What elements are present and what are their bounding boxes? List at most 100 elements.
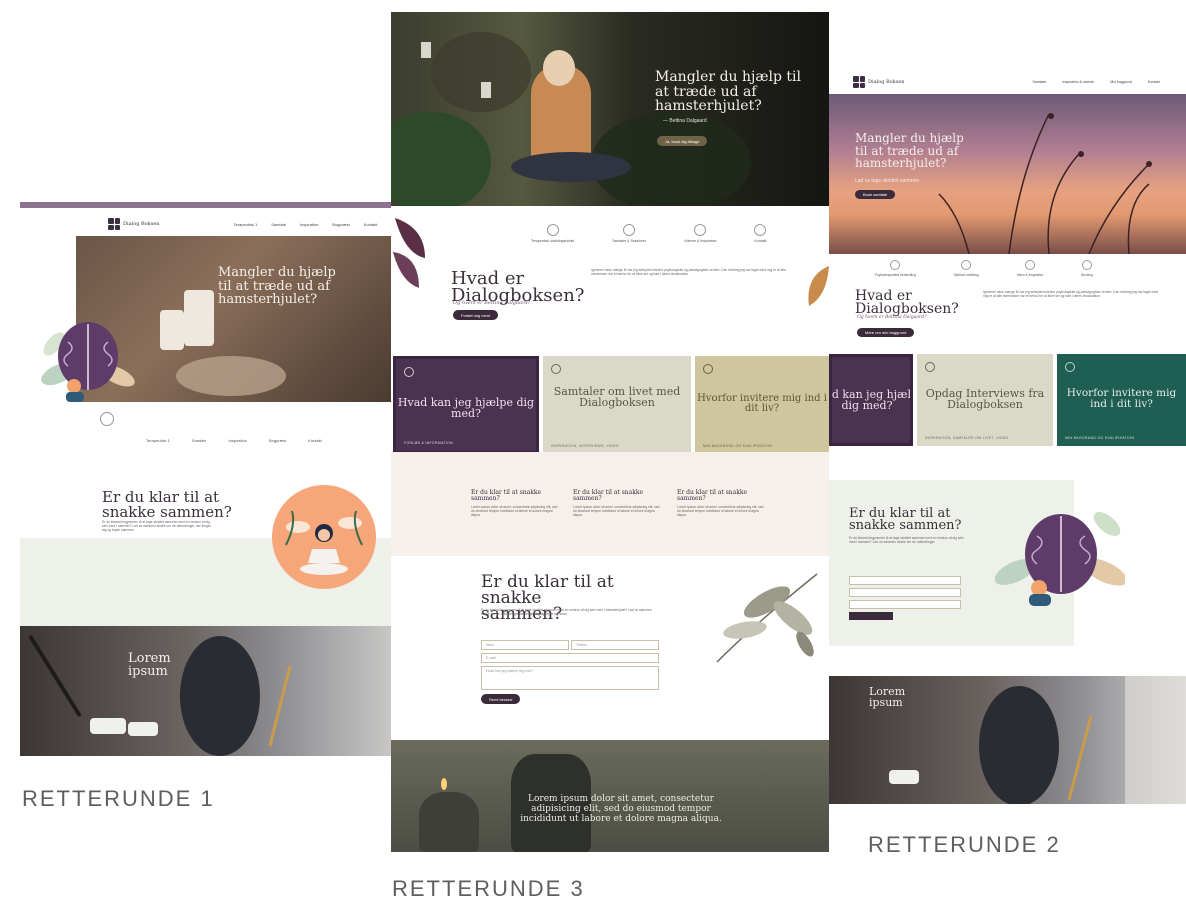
- nav-link[interactable]: Inspiration: [300, 222, 318, 227]
- hero-title: Mangler du hjælp til at træde ud af hams…: [855, 131, 964, 171]
- nav-link[interactable]: Kontakt: [364, 222, 378, 227]
- quotes-section: Er du klar til at snakke sammen? Lorem i…: [391, 452, 829, 556]
- quote-item: Er du klar til at snakke sammen? Lorem i…: [471, 490, 561, 518]
- service-card[interactable]: Opdag Interviews fra Dialogboksen INSPIR…: [917, 354, 1053, 446]
- logo-text: Dialog Boksen: [123, 220, 160, 227]
- intro-title: Hvad er Dialogboksen?: [855, 288, 959, 317]
- card-title: Hvorfor invitere mig ind i dit liv?: [697, 393, 827, 414]
- submit-button[interactable]: [849, 612, 893, 620]
- meditation-icon: [546, 224, 559, 236]
- logo[interactable]: Dialog Boksen: [853, 76, 904, 88]
- intro-body: Igennem mine mange år har jeg arbejdet i…: [591, 268, 786, 277]
- intro-button[interactable]: Mere om min baggrund: [857, 328, 915, 337]
- service-label: Terapeutisk udviklingsforløb: [531, 239, 575, 243]
- intro-button[interactable]: Fortæl mig mere: [453, 310, 499, 320]
- nav-link[interactable]: Min baggrund: [1110, 80, 1131, 84]
- quote-title: Er du klar til at snakke sammen?: [677, 489, 748, 502]
- service-label: Videoer & Inspiration: [684, 239, 717, 243]
- service-item[interactable]: Booking: [1081, 260, 1093, 277]
- meditation-woman-icon: [285, 510, 363, 575]
- subnav-link[interactable]: Terapeutisk 1: [146, 438, 170, 443]
- photo-title: Lorem ipsum: [869, 685, 906, 709]
- form-body: Er du klarest begynnerer til at tage skr…: [481, 608, 652, 617]
- autumn-leaf-icon: [808, 266, 829, 306]
- subnav-link[interactable]: Inspiration: [228, 438, 246, 443]
- nav-link[interactable]: Samtale: [271, 222, 286, 227]
- quote-title: Er du klar til at snakke sammen?: [471, 489, 542, 502]
- quote-title: Er du klar til at snakke sammen?: [573, 489, 644, 502]
- name-input[interactable]: [849, 576, 961, 585]
- card-emblem-icon: [925, 362, 935, 372]
- subnav-link[interactable]: Bogpræst: [269, 438, 286, 443]
- candle-image: [184, 290, 214, 346]
- service-item[interactable]: Samtaler & Sessioner: [612, 224, 646, 243]
- nav-links: Terapeutisk 1 Samtale Inspiration Bogpræ…: [233, 222, 377, 227]
- service-item[interactable]: Videoer & Inspiration: [684, 224, 716, 243]
- card-label: INSPIRATION, INTERVIEWS, VIDEO: [551, 444, 619, 448]
- sub-navigation: Terapeutisk 1 Samtale Inspiration Bogpræ…: [146, 438, 322, 443]
- service-item[interactable]: Psykoterapeutisk behandling: [875, 260, 916, 277]
- cta-title: Er du klar til at snakke sammen?: [102, 488, 232, 521]
- card-emblem-icon: [703, 364, 713, 374]
- service-icon[interactable]: [100, 412, 114, 426]
- video-icon: [694, 224, 707, 236]
- nav-link[interactable]: Bogpræst: [332, 222, 349, 227]
- mockup-retterunde-2: Dialog Boksen Samtaler Inspiration & vid…: [829, 70, 1186, 804]
- service-item[interactable]: Kontakt: [754, 224, 767, 243]
- hero-author: — Bettina Dalgaard: [663, 118, 707, 124]
- service-item[interactable]: Terapeutisk udviklingsforløb: [531, 224, 574, 243]
- therapy-icon: [890, 260, 901, 270]
- email-input[interactable]: E-mail: [481, 653, 659, 663]
- card-title: Hvad kan jeg hjælpe dig med?: [397, 396, 535, 420]
- nav-link[interactable]: Samtaler: [1032, 80, 1046, 84]
- quote-item: Er du klar til at snakke sammen? Lorem i…: [677, 490, 767, 518]
- subnav-link[interactable]: Kontakt: [308, 438, 322, 443]
- brain-illustration-icon: [995, 512, 1125, 606]
- card-title: Hvorfor invitere mig ind i dit liv?: [1066, 387, 1177, 410]
- hero-book-button[interactable]: Book samtale: [855, 190, 896, 199]
- card-label: INSPIRATION, SAMTALER OM LIVET, VIDEO: [925, 436, 1009, 440]
- submit-button[interactable]: Send besked: [481, 694, 521, 704]
- logo-text: Dialog Boksen: [868, 78, 905, 85]
- card-label: FORLØB & INFORMATION: [404, 441, 453, 445]
- intro-subtitle: Og hvem er Bettina Dalgaard?: [857, 315, 927, 320]
- nav-link[interactable]: Inspiration & videoer: [1062, 80, 1094, 84]
- message-textarea[interactable]: Hvad kan jeg hjælpe dig med?: [481, 666, 659, 690]
- logo[interactable]: Dialog Boksen: [108, 218, 159, 230]
- service-card[interactable]: Samtaler om livet med Dialogboksen INSPI…: [543, 356, 691, 454]
- caption-retterunde-1: RETTERUNDE 1: [22, 786, 215, 811]
- service-label: Samtaler & Sessioner: [612, 239, 647, 243]
- podcast-scene-icon: [28, 634, 292, 756]
- nav-links: Samtaler Inspiration & videoer Min baggr…: [1032, 80, 1159, 84]
- hero-book-button[interactable]: Ja, book dig tilbage: [657, 136, 708, 146]
- nav-link[interactable]: Terapeutisk 1: [233, 222, 257, 227]
- message-input[interactable]: [849, 600, 961, 609]
- service-card[interactable]: Hvad kan jeg hjælpe dig med?: [829, 354, 913, 446]
- booking-icon: [1082, 260, 1093, 270]
- candle-flame-icon: [441, 778, 447, 790]
- service-card[interactable]: Hvad kan jeg hjælpe dig med? FORLØB & IN…: [393, 356, 539, 454]
- intro-subtitle: Og hvem er Bettina Dalgaard?: [453, 300, 531, 306]
- email-input[interactable]: [849, 588, 961, 597]
- cta-title: Er du klar til at snakke sammen?: [849, 506, 962, 533]
- phone-input[interactable]: Telefon: [571, 640, 659, 650]
- session-icon: [623, 224, 636, 236]
- navbar: Dialog Boksen Samtaler Inspiration & vid…: [829, 70, 1186, 94]
- spiritual-icon: [961, 260, 972, 270]
- service-item[interactable]: Spirituel udvikling: [954, 260, 979, 277]
- hero-title: Mangler du hjælp til at træde ud af hams…: [655, 69, 801, 115]
- service-item[interactable]: Video & Inspiration: [1017, 260, 1043, 277]
- brain-illustration-icon: [41, 322, 135, 402]
- photo-title: Lorem ipsum: [128, 651, 171, 679]
- plant-illustration-icon: [716, 573, 818, 663]
- name-input[interactable]: Navn: [481, 640, 569, 650]
- service-icons-row: Psykoterapeutisk behandling Spirituel ud…: [875, 260, 1093, 277]
- quote-body: Lorem ipsum dolor sit amet, consectetur …: [573, 505, 660, 518]
- hero-image: Mangler du hjælp til at træde ud af hams…: [391, 12, 829, 206]
- service-card[interactable]: Hvorfor invitere mig ind i dit liv? MIN …: [1057, 354, 1186, 446]
- service-card[interactable]: Hvorfor invitere mig ind i dit liv? MIN …: [695, 356, 829, 454]
- subnav-link[interactable]: Samtale: [192, 438, 207, 443]
- service-label: Spirituel udvikling: [953, 273, 979, 277]
- intro-title: Hvad er Dialogboksen?: [451, 268, 585, 306]
- nav-link[interactable]: Kontakt: [1148, 80, 1160, 84]
